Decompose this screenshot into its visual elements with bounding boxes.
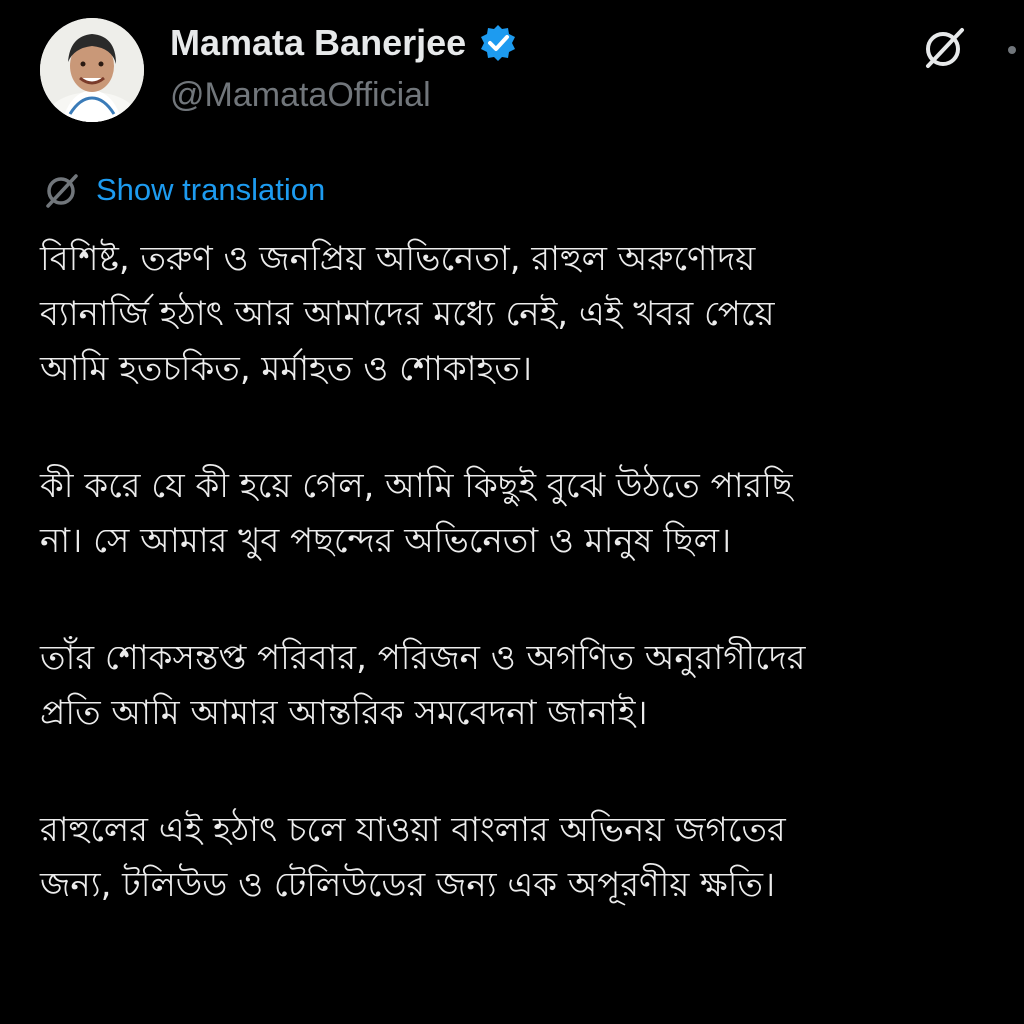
tweet-line: ব্যানার্জি হঠাৎ আর আমাদের মধ্যে নেই, এই … [40,294,775,334]
tweet-paragraph: তাঁর শোকসন্তপ্ত পরিবার, পরিজন ও অগণিত অন… [40,631,1024,741]
tweet-line: জন্য, টলিউড ও টেলিউডের জন্য এক অপূরণীয় … [40,865,776,905]
tweet-line: প্রতি আমি আমার আন্তরিক সমবেদনা জানাই। [40,693,648,733]
tweet-line: আমি হতচকিত, মর্মাহত ও শোকাহত। [40,349,533,389]
display-name[interactable]: Mamata Banerjee [170,22,466,64]
show-translation-button[interactable]: Show translation [42,170,325,210]
tweet-line: বিশিষ্ট, তরুণ ও জনপ্রিয় অভিনেতা, রাহুল … [40,239,756,279]
tweet-line: কী করে যে কী হয়ে গেল, আমি কিছুই বুঝে উঠ… [40,466,793,506]
show-translation-label[interactable]: Show translation [96,172,325,208]
tweet-paragraph: রাহুলের এই হঠাৎ চলে যাওয়া বাংলার অভিনয়… [40,803,1024,913]
avatar[interactable] [40,18,144,122]
tweet-text: বিশিষ্ট, তরুণ ও জনপ্রিয় অভিনেতা, রাহুল … [40,232,1024,975]
tweet-line: না। সে আমার খুব পছন্দের অভিনেতা ও মানুষ … [40,521,732,561]
name-row: Mamata Banerjee [170,22,518,64]
tweet-line: তাঁর শোকসন্তপ্ত পরিবার, পরিজন ও অগণিত অন… [40,638,806,678]
translate-icon [42,170,82,210]
grok-icon[interactable] [920,24,968,72]
verified-badge-icon [478,23,518,63]
tweet-paragraph: বিশিষ্ট, তরুণ ও জনপ্রিয় অভিনেতা, রাহুল … [40,232,1024,397]
tweet-paragraph: কী করে যে কী হয়ে গেল, আমি কিছুই বুঝে উঠ… [40,459,1024,569]
tweet-header: Mamata Banerjee @MamataOfficial [40,18,1024,130]
user-handle[interactable]: @MamataOfficial [170,76,431,115]
more-options-icon[interactable] [1002,28,1024,68]
tweet-line: রাহুলের এই হঠাৎ চলে যাওয়া বাংলার অভিনয়… [40,810,786,850]
